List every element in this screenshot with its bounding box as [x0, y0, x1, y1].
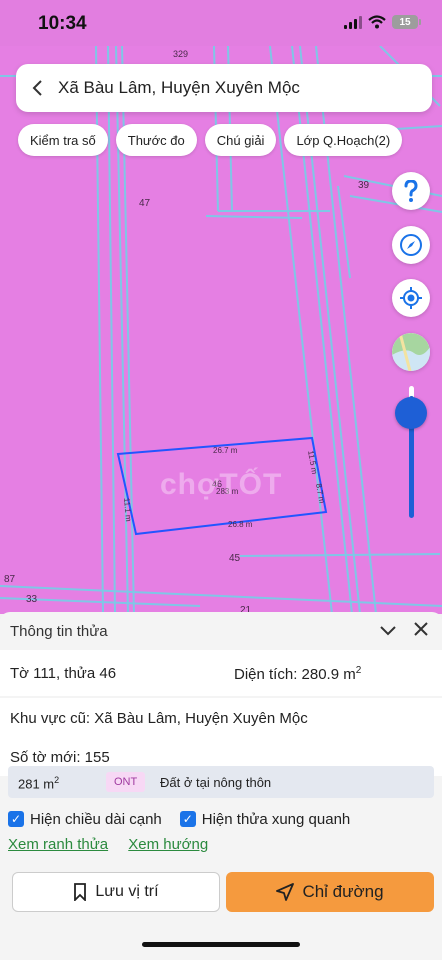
panel-header: Thông tin thửa	[0, 612, 442, 650]
view-direction-link[interactable]: Xem hướng	[128, 836, 208, 853]
edge-length-bottom: 26.8 m	[228, 520, 253, 529]
bookmark-icon	[74, 883, 87, 901]
close-icon	[414, 622, 428, 636]
home-indicator	[142, 942, 300, 947]
land-description: Đất ở tại nông thôn	[160, 775, 272, 790]
collapse-button[interactable]	[380, 620, 396, 641]
chip-legend[interactable]: Chú giải	[204, 124, 277, 156]
parcel-summary-row: Tờ 111, thửa 46 Diện tích: 280.9 m2	[0, 650, 442, 696]
checkbox-edge-lengths[interactable]: ✓	[8, 811, 24, 827]
status-bar: 10:34 15	[0, 0, 442, 46]
status-icons: 15	[344, 15, 421, 29]
navigation-icon	[276, 883, 295, 901]
parcel-label: 87	[4, 574, 16, 585]
battery-level: 15	[399, 16, 411, 28]
status-time: 10:34	[38, 13, 87, 34]
chevron-down-icon	[380, 626, 396, 636]
map-tool-chips: Kiểm tra số Thước đo Chú giải Lớp Q.Hoạc…	[18, 124, 403, 156]
save-location-button[interactable]: Lưu vị trí	[12, 872, 220, 912]
wifi-icon	[368, 15, 386, 29]
save-location-label: Lưu vị trí	[95, 883, 159, 900]
map-style-button[interactable]	[392, 333, 430, 371]
sheet-parcel: Tờ 111, thửa 46	[10, 665, 117, 682]
parcel-label: 45	[229, 553, 241, 564]
area-unit-sup: 2	[355, 665, 362, 676]
directions-label: Chỉ đường	[302, 882, 384, 901]
search-query: Xã Bàu Lâm, Huyện Xuyên Mộc	[58, 78, 300, 97]
land-code-badge: ONT	[106, 772, 146, 792]
parcel-label: 47	[139, 198, 151, 209]
new-sheet: Số tờ mới: 155	[10, 749, 110, 766]
panel-links: Xem ranh thửa Xem hướng	[8, 836, 224, 853]
close-button[interactable]	[414, 619, 428, 642]
display-options: ✓ Hiện chiều dài cạnh ✓ Hiện thửa xung q…	[8, 808, 368, 830]
edge-length-top: 26.7 m	[213, 446, 238, 455]
locate-icon	[400, 287, 422, 309]
signal-icon	[344, 15, 362, 29]
chip-check-number[interactable]: Kiểm tra số	[18, 124, 108, 156]
parcel-label: 39	[358, 180, 370, 191]
opacity-slider-thumb[interactable]	[395, 397, 427, 429]
compass-button[interactable]	[392, 226, 430, 264]
watermark: chợTỐT	[160, 468, 283, 501]
question-icon	[404, 180, 418, 202]
parcel-label: 33	[26, 594, 38, 605]
parcel-info-panel: Thông tin thửa Tờ 111, thửa 46 Diện tích…	[0, 612, 442, 960]
directions-button[interactable]: Chỉ đường	[226, 872, 434, 912]
checkbox-edge-lengths-label[interactable]: Hiện chiều dài cạnh	[30, 811, 162, 828]
view-boundary-link[interactable]: Xem ranh thửa	[8, 836, 108, 853]
old-area: Khu vực cũ: Xã Bàu Lâm, Huyện Xuyên Mộc	[10, 710, 308, 727]
land-use-row: 281 m2 ONT Đất ở tại nông thôn	[8, 766, 434, 798]
my-location-button[interactable]	[392, 279, 430, 317]
chip-planning-layer[interactable]: Lớp Q.Hoạch(2)	[284, 124, 403, 156]
parcel-label: 329	[173, 49, 188, 59]
edge-length-right-top: 11.5 m	[306, 450, 319, 475]
edge-length-left: 11.1 m	[122, 497, 133, 522]
land-area-value: 281 m	[18, 776, 55, 792]
old-area-row: Khu vực cũ: Xã Bàu Lâm, Huyện Xuyên Mộc	[0, 698, 442, 738]
chevron-left-icon	[32, 80, 42, 96]
help-button[interactable]	[392, 172, 430, 210]
edge-length-right-bottom: 8.7 m	[314, 483, 326, 505]
land-area: 281 m2	[18, 775, 59, 791]
back-button[interactable]	[16, 64, 58, 112]
area-value: Diện tích: 280.9 m	[234, 666, 356, 683]
search-bar[interactable]: Xã Bàu Lâm, Huyện Xuyên Mộc	[16, 64, 432, 112]
panel-title: Thông tin thửa	[10, 623, 108, 640]
battery-icon: 15	[392, 15, 421, 29]
land-area-sup: 2	[54, 775, 60, 785]
compass-icon	[400, 234, 422, 256]
parcel-area: Diện tích: 280.9 m2	[234, 665, 361, 683]
map-layer-icon	[392, 333, 430, 371]
chip-ruler[interactable]: Thước đo	[115, 124, 197, 156]
checkbox-surrounding[interactable]: ✓	[179, 811, 196, 827]
checkbox-surrounding-label[interactable]: Hiện thửa xung quanh	[202, 811, 350, 828]
